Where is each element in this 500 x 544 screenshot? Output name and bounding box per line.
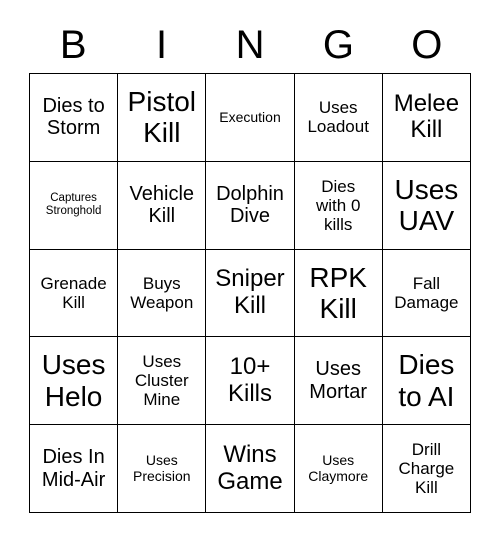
bingo-cell-label: Drill Charge Kill: [398, 440, 455, 498]
bingo-cell-r2c2[interactable]: Vehicle Kill: [118, 161, 207, 250]
bingo-cell-label: Uses Mortar: [309, 358, 368, 403]
bingo-cell-r4c3[interactable]: 10+ Kills: [206, 337, 295, 426]
bingo-cell-r4c2[interactable]: Uses Cluster Mine: [118, 337, 207, 426]
bingo-header: B I N G O: [29, 18, 471, 72]
bingo-cell-r5c5[interactable]: Drill Charge Kill: [382, 425, 471, 513]
bingo-cell-r5c3[interactable]: Wins Game: [206, 425, 295, 513]
bingo-cell-r2c1[interactable]: Captures Stronghold: [30, 161, 119, 250]
bingo-cell-r5c2[interactable]: Uses Precision: [118, 425, 207, 513]
bingo-cell-r1c4[interactable]: Uses Loadout: [294, 74, 383, 162]
bingo-cell-r2c5[interactable]: Uses UAV: [382, 161, 471, 250]
bingo-grid: Dies to Storm Pistol Kill Execution Uses Lo…: [29, 73, 471, 513]
bingo-cell-r3c5[interactable]: Fall Damage: [382, 249, 471, 338]
header-letter-b: B: [59, 23, 87, 67]
bingo-cell-label: Sniper Kill: [215, 265, 285, 319]
bingo-cell-label: Dies to AI: [398, 349, 455, 412]
header-letter-o: O: [411, 23, 443, 67]
bingo-cell-label: Buys Weapon: [130, 273, 194, 312]
bingo-cell-label: Uses Cluster Mine: [134, 352, 189, 410]
bingo-cell-r1c3[interactable]: Execution: [206, 74, 295, 162]
bingo-cell-label: Uses Precision: [132, 451, 191, 484]
bingo-cell-r4c5[interactable]: Dies to AI: [382, 337, 471, 426]
bingo-cell-label: Grenade Kill: [40, 273, 107, 312]
bingo-cell-label: Dies to Storm: [42, 95, 105, 140]
header-letter-n: N: [235, 23, 265, 67]
bingo-cell-label: Pistol Kill: [127, 86, 197, 149]
bingo-cell-label: Dolphin Dive: [216, 182, 284, 228]
bingo-cell-label: Vehicle Kill: [129, 182, 195, 228]
bingo-cell-r1c2[interactable]: Pistol Kill: [118, 74, 207, 162]
bingo-cell-r3c3[interactable]: Sniper Kill: [206, 249, 295, 338]
bingo-cell-label: Uses Claymore: [308, 451, 369, 484]
bingo-cell-r5c4[interactable]: Uses Claymore: [294, 425, 383, 513]
bingo-cell-r4c4[interactable]: Uses Mortar: [294, 337, 383, 426]
bingo-cell-label: Uses Helo: [41, 349, 106, 412]
bingo-cell-label: Dies with 0 kills: [315, 176, 361, 234]
bingo-cell-r3c1[interactable]: Grenade Kill: [30, 249, 119, 338]
bingo-cell-label: Wins Game: [217, 440, 283, 495]
bingo-cell-label: Fall Damage: [394, 273, 459, 312]
bingo-cell-label: Execution: [219, 108, 281, 125]
bingo-cell-r5c1[interactable]: Dies In Mid-Air: [30, 425, 119, 513]
bingo-cell-label: 10+ Kills: [227, 352, 272, 407]
header-letter-g: G: [322, 23, 354, 67]
bingo-cell-r1c5[interactable]: Melee Kill: [382, 74, 471, 162]
bingo-cell-label: Uses Loadout: [307, 98, 369, 137]
bingo-cell-label: Melee Kill: [393, 89, 460, 144]
bingo-cell-label: Captures Stronghold: [45, 192, 102, 218]
header-letter-i: I: [156, 23, 168, 67]
bingo-cell-r3c4[interactable]: RPK Kill: [294, 249, 383, 338]
bingo-cell-label: Uses UAV: [394, 173, 459, 237]
bingo-card: B I N G O Dies to Storm Pistol Kill Execut…: [0, 0, 500, 544]
bingo-cell-r2c4[interactable]: Dies with 0 kills: [294, 161, 383, 250]
bingo-cell-r1c1[interactable]: Dies to Storm: [30, 74, 119, 162]
bingo-cell-r4c1[interactable]: Uses Helo: [30, 337, 119, 426]
bingo-cell-label: Dies In Mid-Air: [41, 446, 106, 491]
bingo-cell-label: RPK Kill: [309, 261, 367, 324]
bingo-cell-r2c3[interactable]: Dolphin Dive: [206, 161, 295, 250]
bingo-cell-r3c2[interactable]: Buys Weapon: [118, 249, 207, 338]
